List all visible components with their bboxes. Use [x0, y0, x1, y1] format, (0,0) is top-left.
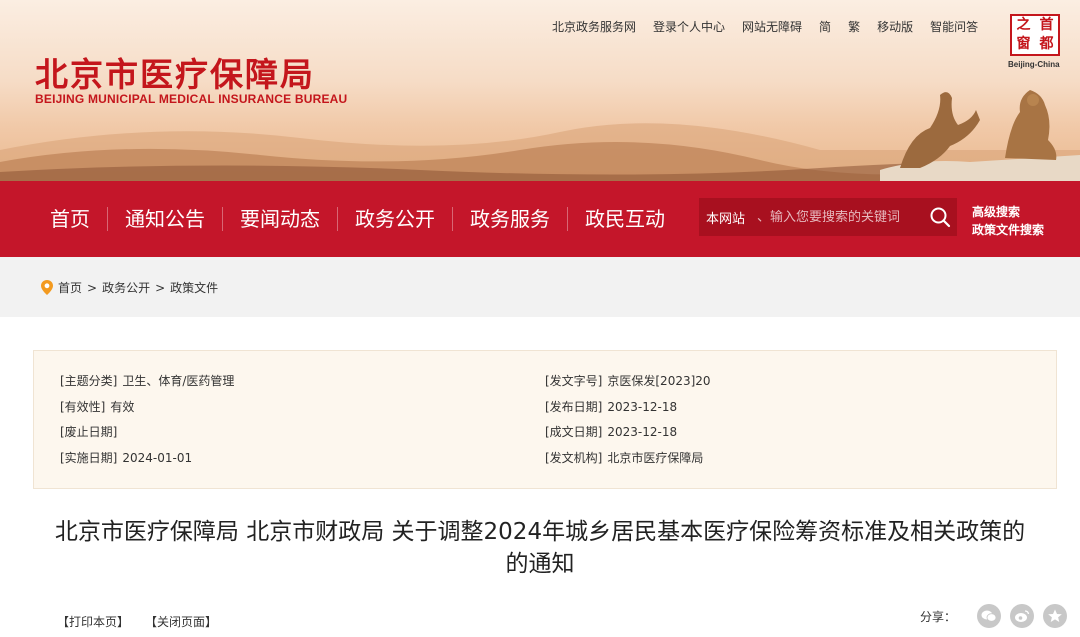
- link-traditional[interactable]: 繁: [848, 18, 860, 35]
- meta-value: 北京市医疗保障局: [607, 450, 704, 465]
- wechat-icon: [981, 610, 997, 622]
- meta-row-repeal-date: [废止日期]: [60, 420, 234, 446]
- meta-row-issuer: [发文机构] 北京市医疗保障局: [545, 446, 711, 472]
- meta-row-written-date: [成文日期] 2023-12-18: [545, 420, 711, 446]
- nav-notices[interactable]: 通知公告: [108, 207, 223, 231]
- weibo-share-icon[interactable]: [1010, 604, 1035, 628]
- breadcrumb-separator: >: [155, 280, 166, 295]
- meta-row-validity: [有效性] 有效: [60, 395, 234, 421]
- article-title-line: 的通知: [505, 551, 575, 577]
- search-input[interactable]: [757, 209, 917, 225]
- meta-row-topic: [主题分类] 卫生、体育/医药管理: [60, 369, 234, 395]
- meta-value: 京医保发[2023]20: [607, 374, 711, 388]
- seal-char: 都: [1039, 36, 1054, 52]
- link-smart-qa[interactable]: 智能问答: [930, 18, 978, 35]
- meta-row-effective-date: [实施日期] 2024-01-01: [60, 446, 234, 472]
- weibo-icon: [1015, 610, 1030, 622]
- breadcrumb-policy-files[interactable]: 政策文件: [170, 279, 218, 296]
- breadcrumb-separator: >: [87, 280, 98, 295]
- advanced-search-link[interactable]: 高级搜索: [972, 203, 1044, 221]
- search-links: 高级搜索 政策文件搜索: [972, 203, 1044, 239]
- share-label: 分享：: [920, 609, 957, 624]
- document-meta-box: [主题分类] 卫生、体育/医药管理 [有效性] 有效 [废止日期] [实施日期] 20…: [33, 350, 1057, 489]
- breadcrumb-home[interactable]: 首页: [58, 279, 82, 296]
- site-logo-title[interactable]: 北京市医疗保障局: [35, 48, 315, 96]
- nav-home[interactable]: 首页: [33, 207, 108, 231]
- location-pin-icon: [41, 280, 53, 295]
- top-links: 北京政务服务网 登录个人中心 网站无障碍 简 繁 移动版 智能问答: [552, 18, 995, 35]
- seal-char: 首: [1039, 17, 1054, 33]
- header-banner: 北京市医疗保障局 BEIJING MUNICIPAL MEDICAL INSUR…: [0, 0, 1080, 181]
- seal-caption: Beijing-China: [1008, 60, 1060, 69]
- capital-window-logo[interactable]: 之 首 窗 都: [1010, 14, 1060, 56]
- article-title: 北京市医疗保障局 北京市财政局 关于调整2024年城乡居民基本医疗保险筹资标准及…: [20, 516, 1060, 580]
- policy-search-link[interactable]: 政策文件搜索: [972, 221, 1044, 239]
- wechat-share-icon[interactable]: [977, 604, 1002, 628]
- page-tools: 【打印本页】 【关闭页面】: [57, 613, 217, 630]
- link-simplified[interactable]: 简: [819, 18, 831, 35]
- meta-key: [废止日期]: [60, 425, 118, 439]
- meta-key: [发文机构]: [545, 450, 603, 465]
- meta-key: [发文字号]: [545, 374, 603, 388]
- meta-key: [发布日期]: [545, 399, 603, 414]
- search-icon[interactable]: [929, 206, 951, 228]
- search-scope-select[interactable]: 本网站: [699, 208, 757, 227]
- article-title-line: 北京市医疗保障局 北京市财政局 关于调整2024年城乡居民基本医疗保险筹资标准及…: [54, 519, 1026, 545]
- link-login[interactable]: 登录个人中心: [653, 18, 725, 35]
- site-logo-subtitle: BEIJING MUNICIPAL MEDICAL INSURANCE BURE…: [35, 92, 348, 106]
- share-bar: 分享：: [920, 604, 1076, 628]
- site-search: 本网站: [699, 198, 957, 236]
- meta-column-left: [主题分类] 卫生、体育/医药管理 [有效性] 有效 [废止日期] [实施日期] 20…: [60, 369, 234, 471]
- link-gov-service[interactable]: 北京政务服务网: [552, 18, 636, 35]
- close-page-button[interactable]: 【关闭页面】: [145, 613, 217, 630]
- breadcrumb-band: 首页 > 政务公开 > 政策文件: [0, 257, 1080, 317]
- meta-value: 有效: [110, 399, 135, 414]
- qzone-share-icon[interactable]: [1043, 604, 1068, 628]
- meta-key: [主题分类]: [60, 374, 118, 388]
- seal-char: 之: [1016, 17, 1031, 33]
- link-accessibility[interactable]: 网站无障碍: [742, 18, 802, 35]
- breadcrumb: 首页 > 政务公开 > 政策文件: [40, 279, 218, 296]
- meta-value: 2023-12-18: [607, 425, 678, 439]
- meta-key: [有效性]: [60, 399, 106, 414]
- meta-value: 2024-01-01: [122, 450, 193, 465]
- star-icon: [1048, 609, 1062, 622]
- nav-gov-affairs[interactable]: 政务公开: [338, 207, 453, 231]
- meta-key: [实施日期]: [60, 450, 118, 465]
- meta-value: 卫生、体育/医药管理: [122, 374, 235, 388]
- meta-value: 2023-12-18: [607, 399, 678, 414]
- bronze-statue-image: [880, 90, 1080, 181]
- nav-gov-services[interactable]: 政务服务: [453, 207, 568, 231]
- meta-column-right: [发文字号] 京医保发[2023]20 [发布日期] 2023-12-18 [成文日…: [545, 369, 711, 471]
- nav-menu: 首页 通知公告 要闻动态 政务公开 政务服务 政民互动: [33, 181, 682, 257]
- seal-char: 窗: [1016, 36, 1031, 52]
- link-mobile[interactable]: 移动版: [877, 18, 913, 35]
- meta-row-doc-number: [发文字号] 京医保发[2023]20: [545, 369, 711, 395]
- meta-key: [成文日期]: [545, 425, 603, 439]
- nav-news[interactable]: 要闻动态: [223, 207, 338, 231]
- breadcrumb-gov-affairs[interactable]: 政务公开: [102, 279, 150, 296]
- print-page-button[interactable]: 【打印本页】: [57, 613, 129, 630]
- meta-row-publish-date: [发布日期] 2023-12-18: [545, 395, 711, 421]
- nav-interaction[interactable]: 政民互动: [568, 207, 682, 231]
